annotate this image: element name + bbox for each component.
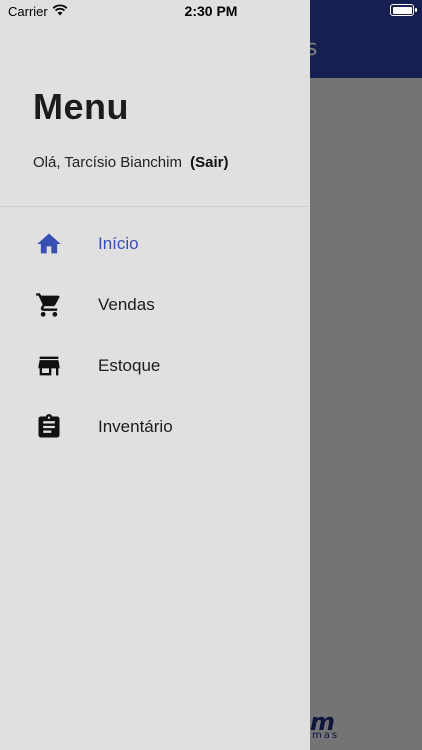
drawer-title: Menu (33, 86, 129, 127)
user-name: Tarcísio Bianchim (64, 154, 182, 171)
menu-item-label: Inventário (98, 417, 173, 436)
menu-item-label: Estoque (98, 356, 161, 375)
menu-item-estoque[interactable]: Estoque (0, 336, 310, 396)
store-icon (38, 356, 60, 376)
navigation-drawer: Menu Olá, Tarcísio Bianchim (Sair) Iníci… (0, 0, 310, 750)
menu-item-vendas[interactable]: Vendas (0, 275, 310, 335)
menu-item-label: Início (98, 234, 139, 253)
menu-item-inicio[interactable]: Início (0, 214, 310, 274)
menu-item-label: Vendas (98, 295, 155, 314)
drawer-divider (0, 206, 310, 207)
user-greeting: Olá, Tarcísio Bianchim (Sair) (33, 154, 228, 171)
status-time: 2:30 PM (184, 3, 238, 19)
logout-link[interactable]: (Sair) (190, 154, 228, 171)
clipboard-icon (38, 414, 60, 438)
cart-icon (36, 293, 60, 317)
home-icon (37, 233, 61, 254)
greeting-prefix: Olá, (33, 154, 61, 171)
menu-item-inventario[interactable]: Inventário (0, 397, 310, 457)
status-bar: Carrier 2:30 PM (0, 0, 422, 22)
battery-icon (390, 4, 417, 16)
